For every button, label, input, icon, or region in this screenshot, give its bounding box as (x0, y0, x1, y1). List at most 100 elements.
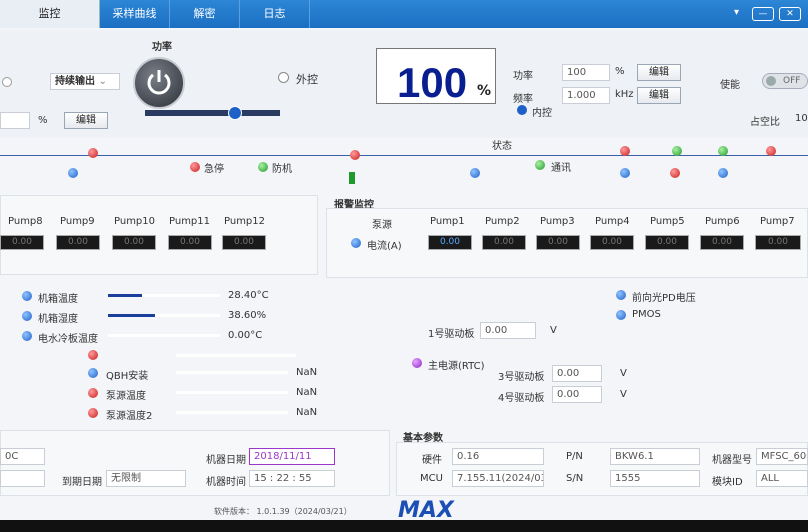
enable-toggle-knob (766, 76, 776, 86)
internal-control-label: 内控 (532, 108, 552, 119)
model-label: 机器型号 (712, 455, 752, 466)
enable-label: 使能 (720, 80, 740, 91)
driver-3-value: 0.00 (552, 365, 602, 382)
chassis-humidity-bar-fill (108, 314, 156, 317)
menu-dropdown-icon[interactable]: ▾ (734, 7, 739, 18)
power-slider-track[interactable] (145, 110, 280, 116)
output-mode-select[interactable]: 持续输出 ⌄ (50, 73, 120, 90)
protect-led (258, 162, 268, 172)
water-temp-bar (176, 354, 296, 357)
machine-time-value: 15 : 22 : 55 (249, 470, 335, 487)
status-indicator-bar (349, 172, 355, 184)
pump-4-current: 0.00 (590, 235, 634, 250)
state-label: 状态 (492, 141, 512, 152)
protect-label: 防机 (272, 164, 292, 175)
external-control-radio[interactable] (278, 72, 289, 83)
edit-rate-button[interactable]: 编辑 (637, 64, 681, 81)
driver-1-label: 1号驱动板 (428, 329, 475, 340)
power-display: 100 % (376, 48, 496, 106)
current-led (351, 238, 361, 248)
chassis-humidity-bar (108, 314, 220, 317)
tab-sampling-curve[interactable]: 采样曲线 (100, 0, 170, 28)
driver-4-label: 4号驱动板 (498, 393, 545, 404)
rate-input[interactable]: 100 (562, 64, 610, 81)
freq-label: 频率 (513, 94, 533, 105)
freq-input[interactable]: 1.000 (562, 87, 610, 104)
chassis-temp-bar (108, 294, 220, 297)
pump-9-value: 0.00 (56, 235, 100, 250)
pump-10-label: Pump10 (114, 216, 156, 227)
status-led-1 (620, 146, 630, 156)
tab-log[interactable]: 日志 (240, 0, 310, 28)
tab-monitor[interactable]: 监控 (0, 0, 100, 28)
status-led-9 (88, 148, 98, 158)
status-led-2 (672, 146, 682, 156)
main-power-led (412, 358, 422, 368)
estop-led (190, 162, 200, 172)
pump-temp2-label: 泵源温度2 (106, 411, 153, 422)
driver-1-unit: V (550, 325, 557, 336)
power-toggle-button[interactable] (133, 57, 185, 109)
pump-2-label: Pump2 (485, 216, 520, 227)
internal-control-radio[interactable] (517, 105, 527, 115)
bottom-bar (0, 520, 808, 532)
chassis-temp-bar-fill (108, 294, 142, 297)
mcu-label: MCU (420, 473, 443, 484)
tab-decrypt[interactable]: 解密 (170, 0, 240, 28)
model-value: MFSC_6000 (756, 448, 808, 465)
power-percent-input[interactable] (0, 112, 30, 129)
enable-toggle[interactable]: OFF (762, 73, 808, 89)
machine-date-value[interactable]: 2018/11/11 (249, 448, 335, 465)
machine-date-label: 机器日期 (206, 455, 246, 466)
driver-3-label: 3号驱动板 (498, 372, 545, 383)
status-line (0, 155, 808, 156)
current-label: 电流(A) (367, 241, 402, 252)
hardware-value: 0.16 (452, 448, 544, 465)
hardware-label: 硬件 (422, 455, 442, 466)
expire-date-value: 无限制 (106, 470, 186, 487)
pump-8-value: 0.00 (0, 235, 44, 250)
pump-8-label: Pump8 (8, 216, 43, 227)
driver-1-value: 0.00 (480, 322, 536, 339)
external-control-label: 外控 (296, 73, 318, 86)
chassis-humidity-value: 38.60% (228, 310, 267, 321)
rate-unit: % (615, 66, 625, 77)
pump-temp-bar (176, 391, 288, 394)
chassis-temp-value: 28.40°C (228, 290, 269, 301)
pump-temp-value: NaN (296, 387, 318, 398)
mcu-value: 7.155.11(2024/03/21) (452, 470, 544, 487)
status-led-10 (68, 168, 78, 178)
pump-11-label: Pump11 (169, 216, 211, 227)
pump-12-value: 0.00 (222, 235, 266, 250)
coldplate-temp-bar (108, 334, 220, 337)
qbh-label: QBH安装 (106, 371, 149, 382)
duty-value: 10 (795, 113, 808, 124)
chassis-humidity-led (22, 311, 32, 321)
pump-7-label: Pump7 (760, 216, 795, 227)
chassis-temp-led (22, 291, 32, 301)
pump-temp-label: 泵源温度 (106, 391, 146, 402)
radio-left[interactable] (2, 77, 12, 87)
machine-left-value: 0C (0, 448, 45, 465)
minimize-button[interactable]: — (752, 7, 774, 21)
comm-label: 通讯 (551, 163, 571, 174)
pmos-led (616, 310, 626, 320)
power-display-unit: % (477, 83, 492, 99)
power-icon (147, 70, 171, 95)
qbh-value: NaN (296, 367, 318, 378)
software-version: 软件版本： 1.0.1.39（2024/03/21） (214, 507, 352, 516)
comm-led (535, 160, 545, 170)
power-slider-thumb[interactable] (228, 106, 242, 120)
edit-freq-button[interactable]: 编辑 (637, 87, 681, 104)
pump-temp-led (88, 388, 98, 398)
sn-label: S/N (566, 473, 584, 484)
edit-power-button[interactable]: 编辑 (64, 112, 108, 129)
pump-5-label: Pump5 (650, 216, 685, 227)
chassis-humidity-label: 机箱湿度 (38, 314, 78, 325)
status-led-11 (350, 150, 360, 160)
pump-2-current: 0.00 (482, 235, 526, 250)
expire-date-label: 到期日期 (62, 477, 102, 488)
chassis-temp-label: 机箱温度 (38, 294, 78, 305)
close-button[interactable]: ✕ (779, 7, 801, 21)
pn-label: P/N (566, 451, 583, 462)
